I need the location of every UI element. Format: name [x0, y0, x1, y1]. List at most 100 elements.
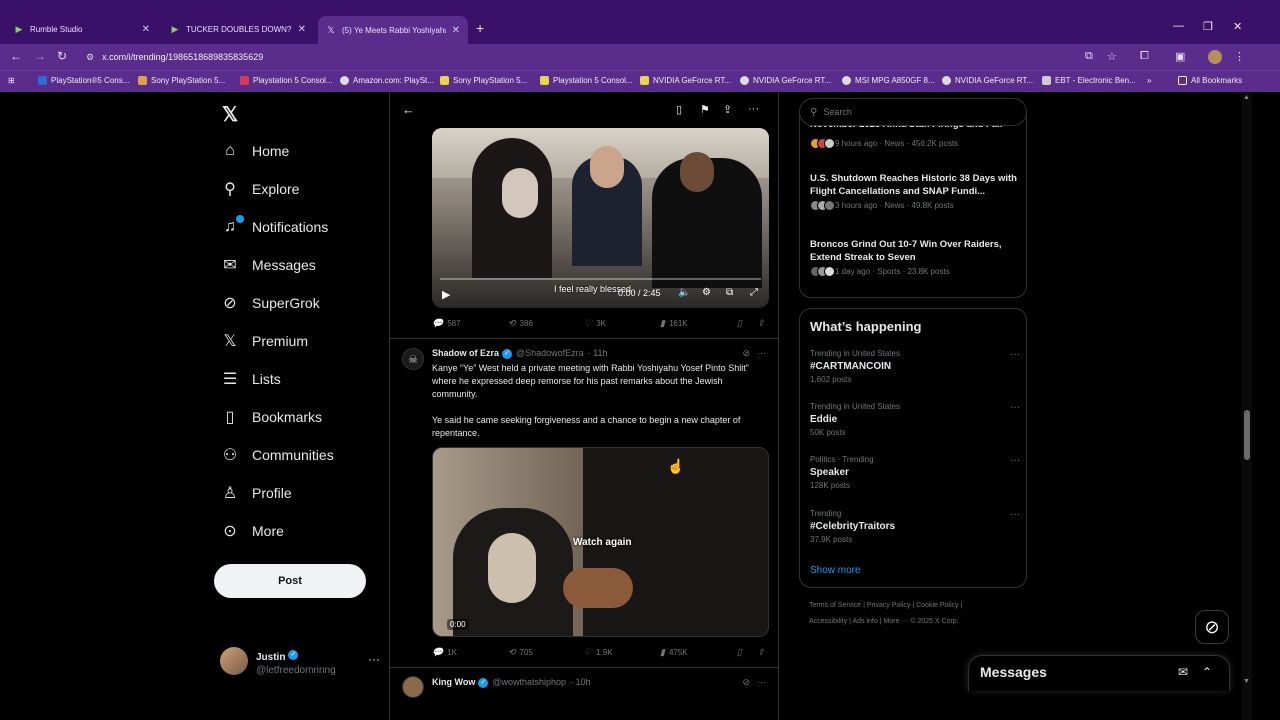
nav-messages[interactable]: ✉ Messages: [220, 253, 316, 277]
scrollbar-thumb[interactable]: [1244, 410, 1250, 460]
back-arrow-icon[interactable]: ←: [402, 102, 415, 117]
bookmark-item[interactable]: NVIDIA GeForce RT...: [640, 76, 731, 85]
grok-icon[interactable]: ⊘: [1195, 610, 1229, 644]
play-icon[interactable]: ▶: [442, 288, 450, 301]
profile-avatar[interactable]: [1208, 50, 1222, 64]
tab-rumble-studio[interactable]: ▶ Rumble Studio ✕: [6, 17, 158, 41]
footer-links[interactable]: Terms of Service | Privacy Policy | Cook…: [809, 598, 1019, 614]
bookmark-item[interactable]: PlayStation®5 Cons...: [38, 76, 129, 85]
author-handle[interactable]: @ShadowofEzra: [516, 348, 584, 358]
mute-icon[interactable]: 🔈: [678, 287, 690, 298]
bookmark-item[interactable]: MSI MPG A850GF 8...: [842, 76, 935, 85]
messages-drawer[interactable]: Messages ✉ ⌃: [968, 655, 1230, 691]
trend-item[interactable]: Trending in United States Eddie 50K post…: [810, 402, 1020, 437]
repost-button[interactable]: ⟲ 705: [508, 647, 533, 658]
bookmark-button[interactable]: ▯: [737, 647, 746, 658]
forward-icon[interactable]: →: [34, 49, 46, 63]
extensions-icon[interactable]: ⧠: [1140, 50, 1149, 63]
settings-icon[interactable]: ⚙: [702, 287, 711, 298]
install-app-icon[interactable]: ⧉: [1085, 50, 1093, 63]
more-horizontal-icon[interactable]: ···: [1010, 509, 1020, 520]
close-icon[interactable]: ✕: [142, 24, 150, 35]
share-button[interactable]: ⇪: [757, 647, 769, 658]
more-horizontal-icon[interactable]: ···: [757, 677, 766, 687]
apps-icon[interactable]: ⊞: [8, 76, 15, 85]
nav-profile[interactable]: ♙ Profile: [220, 481, 292, 505]
video-progress-bar[interactable]: [440, 278, 761, 280]
watch-again-button[interactable]: Watch again: [573, 537, 632, 548]
close-icon[interactable]: ✕: [298, 24, 306, 35]
post-button[interactable]: Post: [214, 564, 366, 598]
grok-icon[interactable]: ⊘: [742, 348, 750, 359]
restore-icon[interactable]: ❐: [1203, 20, 1213, 33]
author-name[interactable]: King Wow: [432, 677, 475, 687]
bookmark-item[interactable]: NVIDIA GeForce RT...: [942, 76, 1033, 85]
bookmark-button[interactable]: ▯: [737, 318, 746, 329]
bookmark-item[interactable]: NVIDIA GeForce RT...: [740, 76, 831, 85]
site-info-icon[interactable]: ⚙: [86, 52, 94, 63]
avatar[interactable]: [402, 676, 424, 698]
nav-supergrok[interactable]: ⊘ SuperGrok: [220, 291, 319, 315]
nav-communities[interactable]: ⚇ Communities: [220, 443, 334, 467]
more-horizontal-icon[interactable]: ···: [1010, 455, 1020, 466]
news-item[interactable]: 9 hours ago · News · 456.2K posts: [810, 136, 1020, 149]
all-bookmarks[interactable]: All Bookmarks: [1178, 76, 1242, 85]
chevron-up-icon[interactable]: ⌃: [1202, 665, 1212, 679]
share-button[interactable]: ⇪: [757, 318, 769, 329]
menu-icon[interactable]: ⋮: [1234, 50, 1245, 63]
fullscreen-icon[interactable]: ⤢: [750, 287, 758, 298]
avatar[interactable]: ☠: [402, 348, 424, 370]
like-button[interactable]: ♡ 1.9K: [584, 647, 613, 658]
grok-icon[interactable]: ⊘: [742, 677, 750, 688]
chevron-right-icon[interactable]: »: [1147, 76, 1151, 85]
nav-home[interactable]: ⌂ Home: [220, 139, 289, 163]
tweet-time[interactable]: · 11h: [588, 348, 608, 358]
tab-tucker[interactable]: ▶ TUCKER DOUBLES DOWN??? & ✕: [162, 17, 314, 41]
flag-icon[interactable]: ⚑: [700, 103, 710, 116]
news-item[interactable]: Broncos Grind Out 10-7 Win Over Raiders,…: [810, 238, 1020, 277]
nav-explore[interactable]: ⚲ Explore: [220, 177, 299, 201]
views-button[interactable]: ▮ 161K: [660, 318, 688, 329]
nav-lists[interactable]: ☰ Lists: [220, 367, 281, 391]
video-player[interactable]: ▶ I feel really blessed 0:00 / 2:45 🔈 ⚙ …: [432, 128, 769, 308]
sidepanel-icon[interactable]: ▣: [1175, 50, 1185, 63]
bookmark-item[interactable]: Playstation 5 Consol...: [540, 76, 633, 85]
trend-item[interactable]: Trending in United States #CARTMANCOIN 1…: [810, 349, 1020, 384]
reply-button[interactable]: 💬 1K: [432, 647, 457, 658]
more-horizontal-icon[interactable]: ···: [1010, 402, 1020, 413]
account-switcher[interactable]: Justin ✓ @letfreedomrinng ···: [220, 644, 380, 678]
tweet-time[interactable]: · 10h: [570, 677, 591, 687]
repost-button[interactable]: ⟲ 386: [508, 318, 533, 329]
more-horizontal-icon[interactable]: ···: [748, 103, 759, 115]
bookmark-item[interactable]: Sony PlayStation 5...: [138, 76, 225, 85]
reply-button[interactable]: 💬 587: [432, 318, 461, 329]
scroll-up-icon[interactable]: ▲: [1243, 94, 1250, 101]
reload-icon[interactable]: ↻: [57, 49, 67, 63]
trend-item[interactable]: Politics · Trending Speaker 128K posts ·…: [810, 455, 1020, 490]
footer-links[interactable]: Accessibility | Ads info | More ··· © 20…: [809, 614, 1019, 630]
compose-message-icon[interactable]: ✉: [1178, 665, 1188, 679]
video-player[interactable]: Watch again 0:00: [432, 447, 769, 637]
x-logo-icon[interactable]: 𝕏: [222, 102, 238, 127]
scroll-down-icon[interactable]: ▼: [1243, 678, 1250, 685]
window-close-icon[interactable]: ✕: [1233, 20, 1242, 33]
close-icon[interactable]: ✕: [452, 25, 460, 36]
news-item[interactable]: U.S. Shutdown Reaches Historic 38 Days w…: [810, 172, 1020, 211]
bookmark-item[interactable]: EBT - Electronic Ben...: [1042, 76, 1136, 85]
bookmark-item[interactable]: Amazon.com: PlaySt...: [340, 76, 434, 85]
trend-item[interactable]: Trending #CelebrityTraitors 37.9K posts …: [810, 509, 1020, 544]
more-horizontal-icon[interactable]: ···: [757, 348, 766, 358]
nav-bookmarks[interactable]: ▯ Bookmarks: [220, 405, 322, 429]
bookmark-icon[interactable]: ▯: [676, 103, 682, 116]
back-icon[interactable]: ←: [10, 49, 22, 63]
views-button[interactable]: ▮ 475K: [660, 647, 688, 658]
tab-x-trending[interactable]: 𝕏 (5) Ye Meets Rabbi Yoshiyahu Y ✕: [318, 16, 468, 44]
author-handle[interactable]: @wowthatshiphop: [492, 677, 566, 687]
bookmark-item[interactable]: Playstation 5 Consol...: [240, 76, 333, 85]
scrollbar[interactable]: ▲ ▼: [1242, 92, 1252, 720]
star-icon[interactable]: ☆: [1107, 50, 1117, 63]
nav-notifications[interactable]: ♫ Notifications: [220, 215, 328, 239]
search-input[interactable]: ⚲ Search: [799, 98, 1027, 126]
show-more-link[interactable]: Show more: [810, 565, 861, 576]
pip-icon[interactable]: ⧉: [726, 287, 733, 298]
